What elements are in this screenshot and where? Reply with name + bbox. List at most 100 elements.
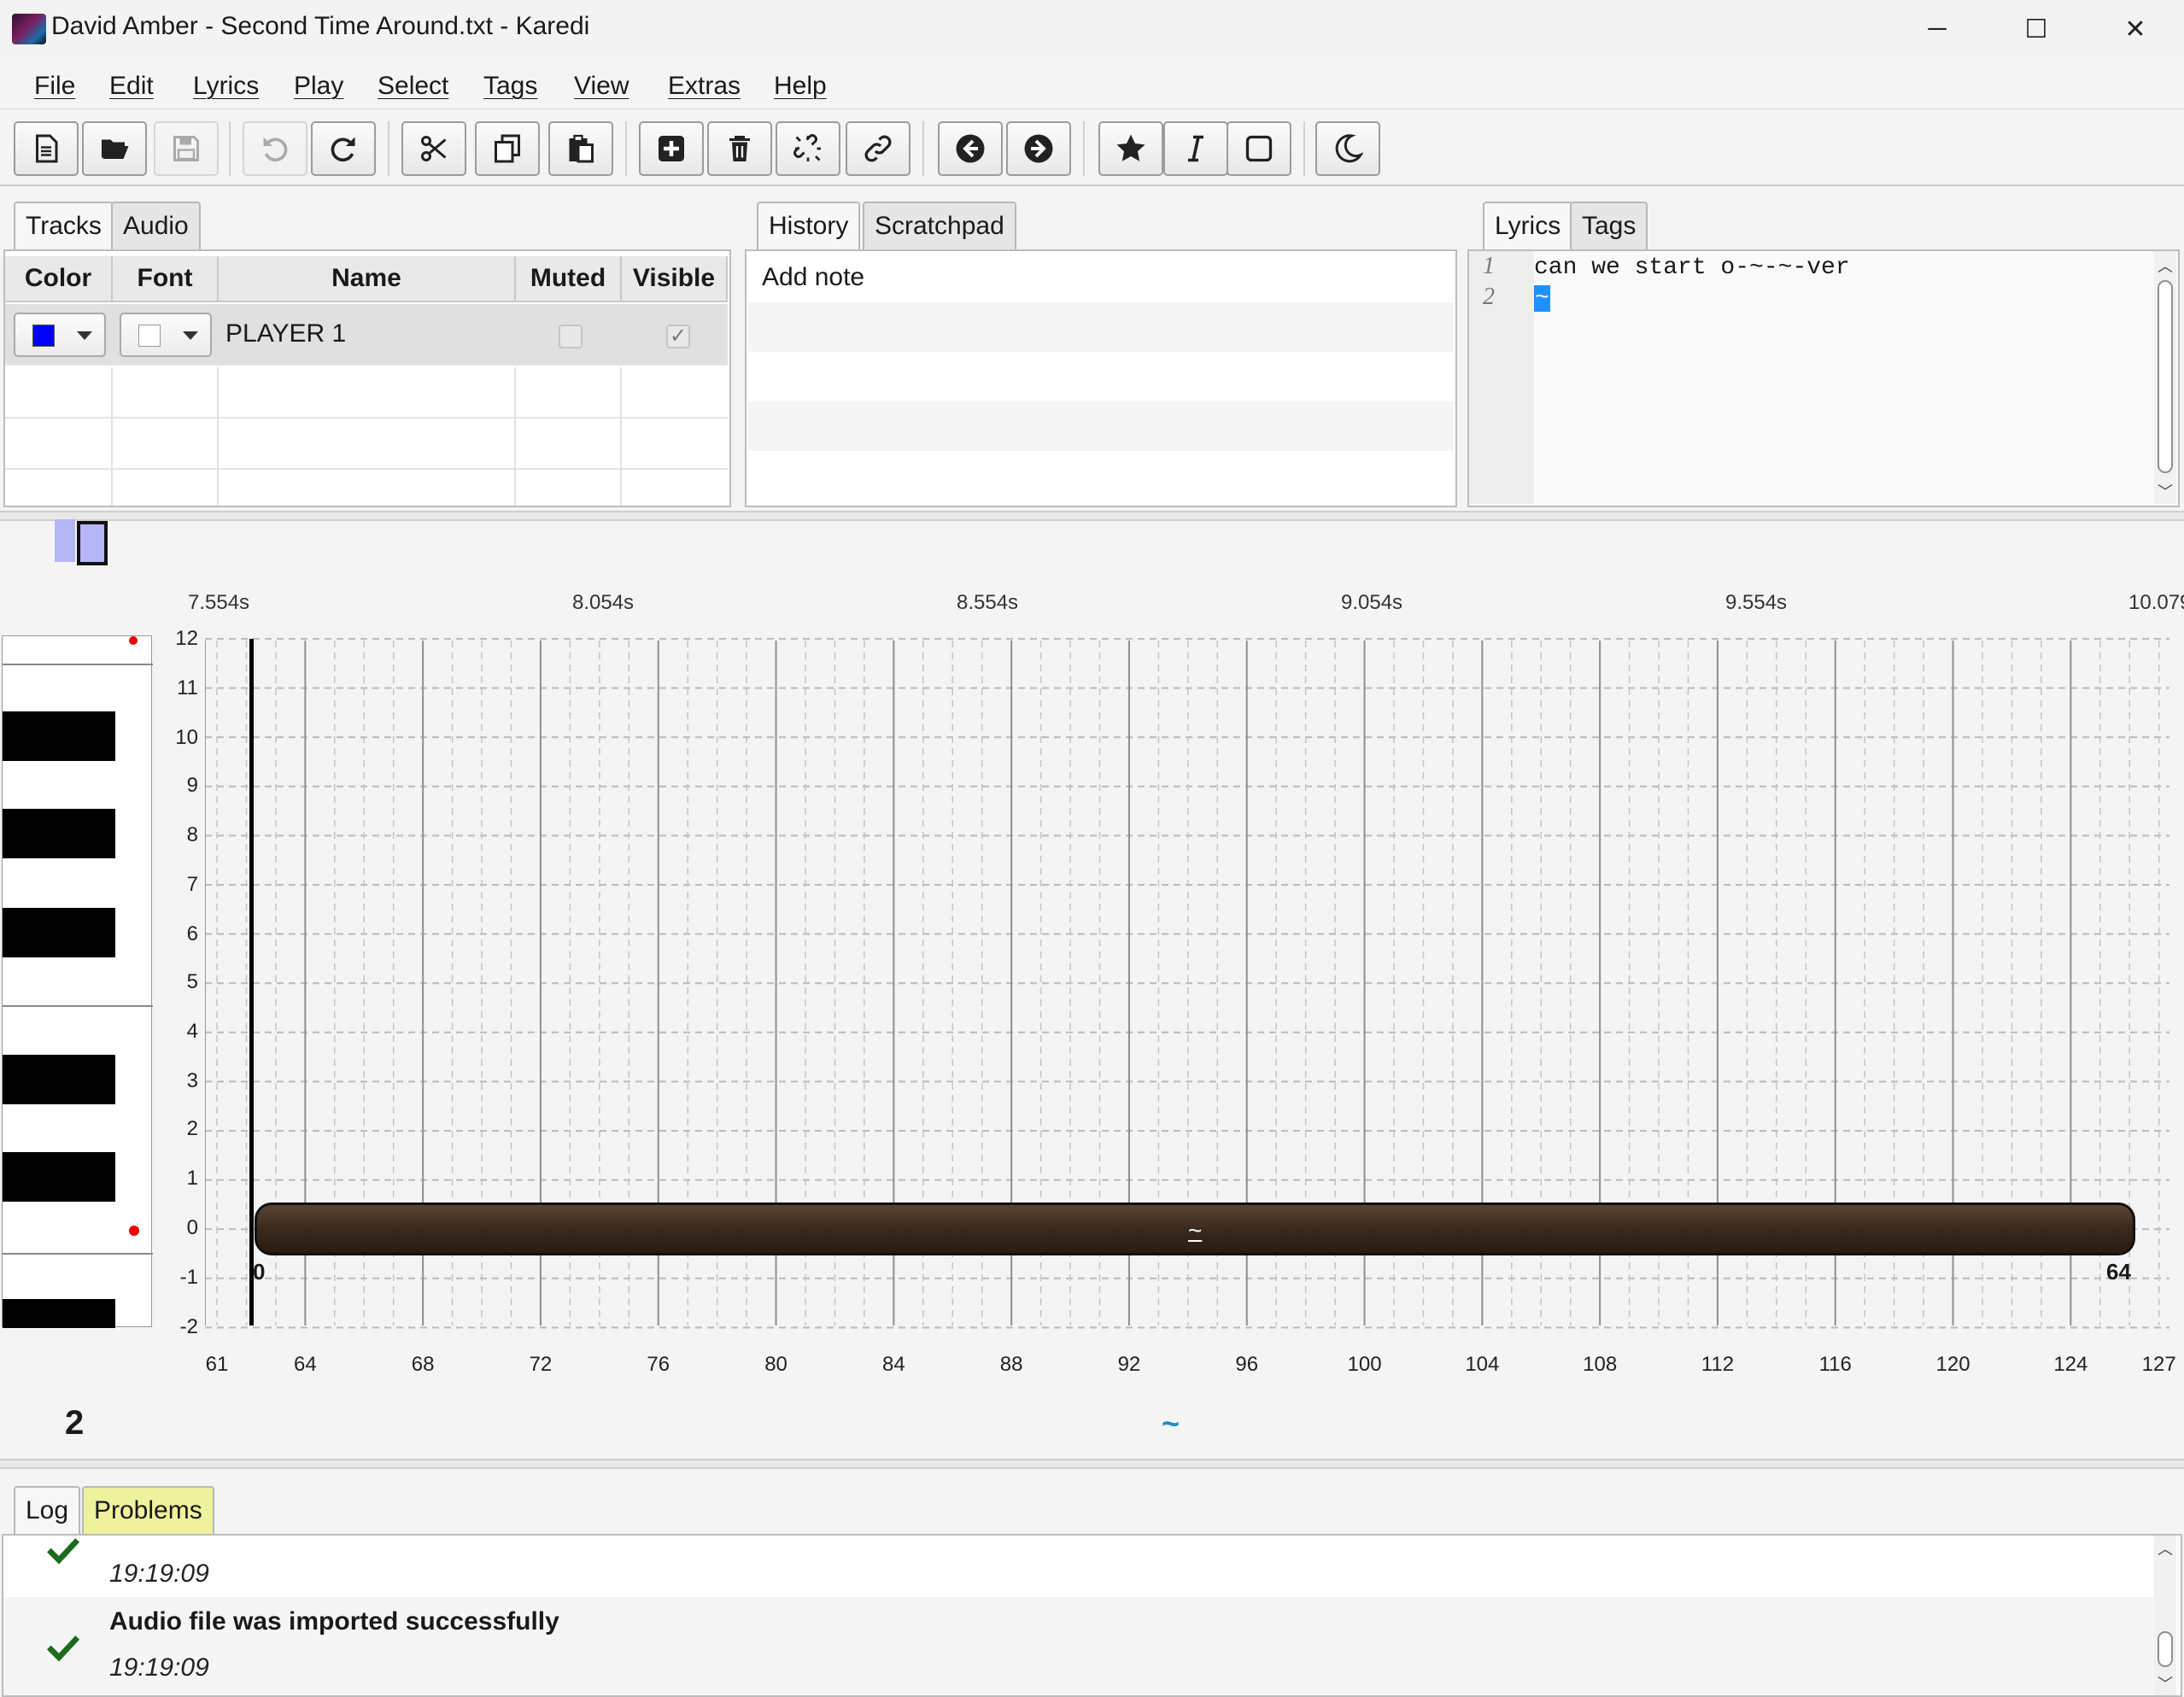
scrollbar-thumb[interactable] (2158, 1631, 2173, 1667)
list-item[interactable]: Audio file was imported successfully 19:… (3, 1597, 2154, 1695)
save-button[interactable] (154, 121, 219, 176)
tab-tracks[interactable]: Tracks (14, 202, 114, 249)
tab-problems[interactable]: Problems (82, 1486, 214, 1534)
line-number-gutter (1469, 251, 1534, 504)
key-divider (3, 664, 153, 665)
pitch-label: 11 (177, 676, 198, 699)
dark-mode-button[interactable] (1315, 121, 1380, 176)
menu-select[interactable]: Select (378, 72, 448, 101)
tab-scratchpad[interactable]: Scratchpad (863, 202, 1016, 249)
track-color-picker[interactable] (14, 313, 106, 357)
column-divider (217, 367, 219, 506)
col-color[interactable]: Color (5, 256, 113, 302)
menu-lyrics[interactable]: Lyrics (193, 72, 259, 101)
normal-note-button[interactable] (1227, 121, 1291, 176)
list-item[interactable]: 19:19:09 (3, 1536, 2154, 1597)
visible-checkbox[interactable]: ✓ (666, 325, 690, 348)
time-label: 9.054s (1341, 591, 1403, 614)
track-font-color-picker[interactable] (120, 313, 212, 357)
piano-black-key[interactable] (3, 809, 115, 858)
join-button[interactable] (846, 121, 910, 176)
col-visible[interactable]: Visible (622, 256, 728, 302)
menu-edit[interactable]: Edit (109, 72, 154, 101)
piano-black-key[interactable] (3, 1299, 115, 1328)
note-lyric: ~ (1188, 1217, 1203, 1243)
app-icon (12, 14, 46, 44)
open-file-button[interactable] (82, 121, 147, 176)
menu-extras[interactable]: Extras (668, 72, 741, 101)
lyrics-line-selected[interactable]: ~ (1534, 285, 1550, 312)
arrow-left-circle-icon (956, 134, 985, 163)
freestyle-button[interactable] (1163, 121, 1228, 176)
minimize-button[interactable]: ─ (1920, 12, 1954, 46)
redo-button[interactable] (311, 121, 376, 176)
scroll-down-icon[interactable]: ﹀ (2158, 1672, 2173, 1694)
piano-black-key[interactable] (3, 1152, 115, 1202)
col-name[interactable]: Name (219, 256, 516, 302)
toolbar-separator (1083, 121, 1085, 176)
tab-tags[interactable]: Tags (1570, 202, 1648, 249)
golden-note-button[interactable] (1098, 121, 1163, 176)
toolbar-separator (229, 121, 231, 176)
key-divider (3, 1253, 153, 1255)
table-row[interactable]: PLAYER 1 ✓ (5, 304, 728, 366)
line-number-indicator: 2 (65, 1404, 85, 1442)
maximize-button[interactable]: ☐ (2019, 12, 2053, 46)
playhead[interactable] (249, 639, 254, 1325)
piano-black-key[interactable] (3, 908, 115, 957)
scrollbar-thumb[interactable] (2158, 280, 2173, 473)
close-button[interactable]: ✕ (2118, 12, 2152, 46)
new-file-button[interactable] (14, 121, 79, 176)
note[interactable]: ~ (255, 1203, 2135, 1255)
log-message: Audio file was imported successfully (109, 1607, 559, 1636)
lyrics-editor[interactable] (1467, 249, 2180, 507)
toolbar-separator (1303, 121, 1305, 176)
log-scrollbar[interactable]: ︿ ﹀ (2154, 1536, 2176, 1695)
tab-log[interactable]: Log (14, 1486, 81, 1534)
paste-button[interactable] (548, 121, 613, 176)
piano-black-key[interactable] (3, 711, 115, 761)
checkmark-icon (46, 1538, 80, 1565)
previous-button[interactable] (938, 121, 1003, 176)
beat-label: 112 (1701, 1353, 1735, 1376)
delete-button[interactable] (707, 121, 772, 176)
pitch-label: 6 (186, 922, 198, 945)
track-name[interactable]: PLAYER 1 (225, 319, 346, 348)
scroll-down-icon[interactable]: ﹀ (2158, 480, 2173, 502)
panel-splitter[interactable] (0, 511, 2184, 521)
overview-viewport-handle[interactable] (77, 521, 108, 565)
col-font[interactable]: Font (113, 256, 219, 302)
menu-view[interactable]: View (574, 72, 629, 101)
tab-lyrics[interactable]: Lyrics (1483, 202, 1573, 249)
undo-button[interactable] (243, 121, 307, 176)
list-item[interactable]: Add note (748, 253, 1454, 302)
menu-help[interactable]: Help (774, 72, 827, 101)
muted-checkbox[interactable] (559, 325, 583, 348)
lyrics-scrollbar[interactable]: ︿ ﹀ (2154, 251, 2176, 504)
panel-splitter[interactable] (0, 1459, 2184, 1469)
beat-label: 116 (1818, 1353, 1852, 1376)
lyrics-line[interactable]: can we start o-~-~-ver (1534, 255, 1850, 281)
color-swatch (138, 325, 161, 347)
chevron-down-icon (77, 331, 92, 340)
tab-audio[interactable]: Audio (111, 202, 201, 249)
menu-file[interactable]: File (34, 72, 75, 101)
toolbar-separator (625, 121, 627, 176)
menu-tags[interactable]: Tags (483, 72, 537, 101)
beat-label: 64 (293, 1353, 317, 1376)
cut-button[interactable] (401, 121, 466, 176)
split-button[interactable] (776, 121, 840, 176)
scroll-up-icon[interactable]: ︿ (2158, 1537, 2173, 1559)
beat-label: 127 (2141, 1353, 2176, 1376)
piano-keyboard[interactable] (2, 635, 153, 1328)
time-label: 9.554s (1725, 591, 1788, 614)
scroll-up-icon[interactable]: ︿ (2158, 255, 2173, 277)
pitch-label: 12 (175, 627, 198, 650)
tab-history[interactable]: History (757, 202, 861, 249)
copy-button[interactable] (475, 121, 540, 176)
add-note-button[interactable] (639, 121, 704, 176)
piano-black-key[interactable] (3, 1055, 115, 1104)
col-muted[interactable]: Muted (516, 256, 622, 302)
next-button[interactable] (1006, 121, 1071, 176)
menu-play[interactable]: Play (294, 72, 343, 101)
